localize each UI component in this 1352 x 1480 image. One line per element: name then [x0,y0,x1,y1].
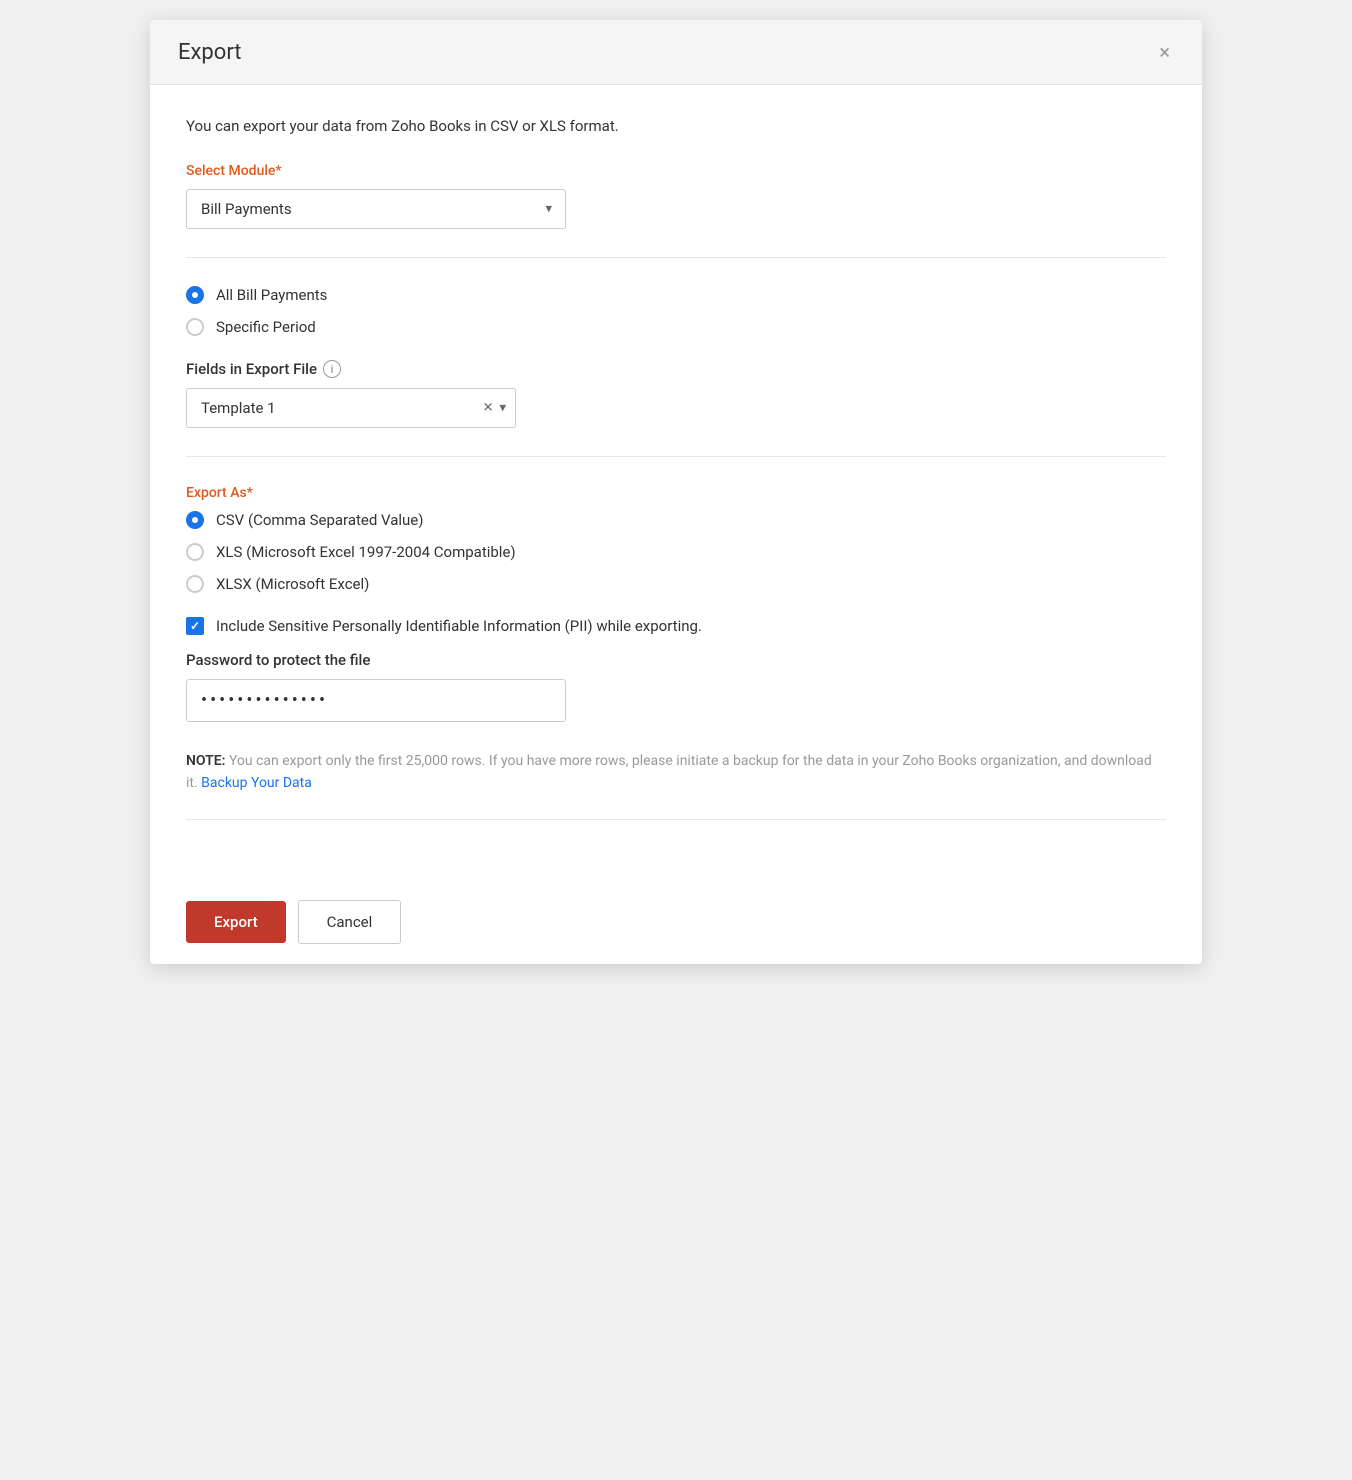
pii-checkbox-input[interactable] [186,617,204,635]
export-as-label: Export As* [186,485,1166,501]
radio-input-specific[interactable] [186,318,204,336]
module-select-wrapper: Bill Payments Bills Vendor Credits Purch… [186,189,566,229]
module-select[interactable]: Bill Payments Bills Vendor Credits Purch… [186,189,566,229]
radio-specific-period[interactable]: Specific Period [186,318,1166,336]
template-select[interactable]: Template 1 Template 2 All Fields [186,388,516,428]
backup-link[interactable]: Backup Your Data [201,775,312,791]
module-label: Select Module* [186,163,1166,179]
fields-section: Fields in Export File i Template 1 Templ… [186,360,1166,428]
radio-xlsx[interactable]: XLSX (Microsoft Excel) [186,575,1166,593]
export-modal: Export × You can export your data from Z… [150,20,1202,964]
filter-radio-group: All Bill Payments Specific Period [186,286,1166,336]
modal-header: Export × [150,20,1202,85]
radio-csv[interactable]: CSV (Comma Separated Value) [186,511,1166,529]
radio-label-specific: Specific Period [216,318,316,336]
note-text: NOTE: You can export only the first 25,0… [186,750,1166,795]
pii-checkbox-item[interactable]: Include Sensitive Personally Identifiabl… [186,617,1166,635]
radio-label-xls: XLS (Microsoft Excel 1997-2004 Compatibl… [216,543,516,561]
note-section: NOTE: You can export only the first 25,0… [186,750,1166,820]
radio-label-all: All Bill Payments [216,286,327,304]
description-text: You can export your data from Zoho Books… [186,117,1166,135]
radio-all-bill-payments[interactable]: All Bill Payments [186,286,1166,304]
note-prefix: NOTE: [186,753,225,769]
module-section: Select Module* Bill Payments Bills Vendo… [186,163,1166,229]
divider-2 [186,456,1166,457]
radio-input-all[interactable] [186,286,204,304]
cancel-button[interactable]: Cancel [298,900,402,944]
modal-footer: Export Cancel [150,880,1202,964]
radio-input-csv[interactable] [186,511,204,529]
close-button[interactable]: × [1155,38,1174,66]
radio-input-xls[interactable] [186,543,204,561]
modal-body: You can export your data from Zoho Books… [150,85,1202,880]
export-as-radio-group: CSV (Comma Separated Value) XLS (Microso… [186,511,1166,593]
info-icon[interactable]: i [323,360,341,378]
password-section: Password to protect the file [186,651,1166,722]
note-body: You can export only the first 25,000 row… [186,753,1152,791]
radio-label-csv: CSV (Comma Separated Value) [216,511,423,529]
template-select-wrapper: Template 1 Template 2 All Fields ✕ ▾ [186,388,516,428]
modal-title: Export [178,40,242,65]
export-as-section: Export As* CSV (Comma Separated Value) X… [186,485,1166,593]
divider-1 [186,257,1166,258]
password-label: Password to protect the file [186,651,1166,669]
radio-input-xlsx[interactable] [186,575,204,593]
fields-label: Fields in Export File i [186,360,1166,378]
pii-checkbox-label: Include Sensitive Personally Identifiabl… [216,617,702,635]
password-input[interactable] [186,679,566,722]
export-button[interactable]: Export [186,901,286,943]
radio-label-xlsx: XLSX (Microsoft Excel) [216,575,369,593]
radio-xls[interactable]: XLS (Microsoft Excel 1997-2004 Compatibl… [186,543,1166,561]
fields-label-text: Fields in Export File [186,360,317,378]
